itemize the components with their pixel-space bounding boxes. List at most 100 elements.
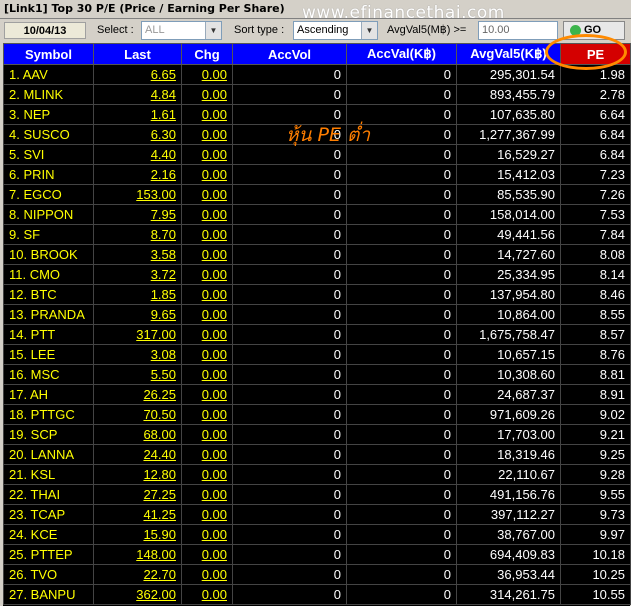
accval-cell: 0 xyxy=(346,584,457,605)
accvol-cell: 0 xyxy=(232,284,347,305)
table-row[interactable]: 24. KCE 15.90 0.00 0 0 38,767.00 9.97 xyxy=(3,524,631,545)
last-price-cell[interactable]: 3.58 xyxy=(93,244,182,265)
change-cell[interactable]: 0.00 xyxy=(181,304,233,325)
pe-cell: 8.57 xyxy=(560,324,631,345)
last-price-cell[interactable]: 3.08 xyxy=(93,344,182,365)
last-price-cell[interactable]: 41.25 xyxy=(93,504,182,525)
change-cell[interactable]: 0.00 xyxy=(181,564,233,585)
change-cell[interactable]: 0.00 xyxy=(181,84,233,105)
last-price-cell[interactable]: 7.95 xyxy=(93,204,182,225)
last-price-cell[interactable]: 8.70 xyxy=(93,224,182,245)
table-row[interactable]: 26. TVO 22.70 0.00 0 0 36,953.44 10.25 xyxy=(3,564,631,585)
change-cell[interactable]: 0.00 xyxy=(181,364,233,385)
table-row[interactable]: 9. SF 8.70 0.00 0 0 49,441.56 7.84 xyxy=(3,224,631,245)
last-price-cell[interactable]: 68.00 xyxy=(93,424,182,445)
change-cell[interactable]: 0.00 xyxy=(181,64,233,85)
last-price-cell[interactable]: 362.00 xyxy=(93,584,182,605)
sort-type-dropdown[interactable]: Ascending ▼ xyxy=(293,21,378,40)
go-button[interactable]: GO xyxy=(563,21,625,40)
col-header-last[interactable]: Last xyxy=(93,43,182,65)
last-price-cell[interactable]: 148.00 xyxy=(93,544,182,565)
change-cell[interactable]: 0.00 xyxy=(181,384,233,405)
change-cell[interactable]: 0.00 xyxy=(181,144,233,165)
symbol-cell: 24. KCE xyxy=(3,524,94,545)
table-row[interactable]: 23. TCAP 41.25 0.00 0 0 397,112.27 9.73 xyxy=(3,504,631,525)
table-row[interactable]: 11. CMO 3.72 0.00 0 0 25,334.95 8.14 xyxy=(3,264,631,285)
table-row[interactable]: 27. BANPU 362.00 0.00 0 0 314,261.75 10.55 xyxy=(3,584,631,605)
last-price-cell[interactable]: 24.40 xyxy=(93,444,182,465)
chevron-down-icon[interactable]: ▼ xyxy=(361,22,377,39)
col-header-accvol[interactable]: AccVol xyxy=(232,43,347,65)
table-row[interactable]: 16. MSC 5.50 0.00 0 0 10,308.60 8.81 xyxy=(3,364,631,385)
change-cell[interactable]: 0.00 xyxy=(181,224,233,245)
change-cell[interactable]: 0.00 xyxy=(181,124,233,145)
last-price-cell[interactable]: 1.85 xyxy=(93,284,182,305)
table-row[interactable]: 7. EGCO 153.00 0.00 0 0 85,535.90 7.26 xyxy=(3,184,631,205)
last-price-cell[interactable]: 15.90 xyxy=(93,524,182,545)
accval-cell: 0 xyxy=(346,504,457,525)
change-cell[interactable]: 0.00 xyxy=(181,324,233,345)
table-row[interactable]: 17. AH 26.25 0.00 0 0 24,687.37 8.91 xyxy=(3,384,631,405)
table-row[interactable]: 20. LANNA 24.40 0.00 0 0 18,319.46 9.25 xyxy=(3,444,631,465)
change-cell[interactable]: 0.00 xyxy=(181,164,233,185)
accvol-cell: 0 xyxy=(232,464,347,485)
change-cell[interactable]: 0.00 xyxy=(181,444,233,465)
last-price-cell[interactable]: 6.30 xyxy=(93,124,182,145)
last-price-cell[interactable]: 4.84 xyxy=(93,84,182,105)
avgval-input[interactable]: 10.00 xyxy=(478,21,558,40)
table-row[interactable]: 25. PTTEP 148.00 0.00 0 0 694,409.83 10.18 xyxy=(3,544,631,565)
last-price-cell[interactable]: 26.25 xyxy=(93,384,182,405)
change-cell[interactable]: 0.00 xyxy=(181,464,233,485)
last-price-cell[interactable]: 4.40 xyxy=(93,144,182,165)
last-price-cell[interactable]: 12.80 xyxy=(93,464,182,485)
col-header-pe[interactable]: PE xyxy=(560,43,631,65)
table-row[interactable]: 13. PRANDA 9.65 0.00 0 0 10,864.00 8.55 xyxy=(3,304,631,325)
col-header-symbol[interactable]: Symbol xyxy=(3,43,94,65)
table-row[interactable]: 2. MLINK 4.84 0.00 0 0 893,455.79 2.78 xyxy=(3,84,631,105)
last-price-cell[interactable]: 1.61 xyxy=(93,104,182,125)
change-cell[interactable]: 0.00 xyxy=(181,284,233,305)
last-price-cell[interactable]: 317.00 xyxy=(93,324,182,345)
change-cell[interactable]: 0.00 xyxy=(181,484,233,505)
last-price-cell[interactable]: 9.65 xyxy=(93,304,182,325)
last-price-cell[interactable]: 3.72 xyxy=(93,264,182,285)
table-row[interactable]: 6. PRIN 2.16 0.00 0 0 15,412.03 7.23 xyxy=(3,164,631,185)
table-row[interactable]: 19. SCP 68.00 0.00 0 0 17,703.00 9.21 xyxy=(3,424,631,445)
change-cell[interactable]: 0.00 xyxy=(181,404,233,425)
change-cell[interactable]: 0.00 xyxy=(181,424,233,445)
table-row[interactable]: 18. PTTGC 70.50 0.00 0 0 971,609.26 9.02 xyxy=(3,404,631,425)
last-price-cell[interactable]: 6.65 xyxy=(93,64,182,85)
last-price-cell[interactable]: 27.25 xyxy=(93,484,182,505)
last-price-cell[interactable]: 2.16 xyxy=(93,164,182,185)
table-row[interactable]: 8. NIPPON 7.95 0.00 0 0 158,014.00 7.53 xyxy=(3,204,631,225)
last-price-cell[interactable]: 70.50 xyxy=(93,404,182,425)
chevron-down-icon[interactable]: ▼ xyxy=(205,22,221,39)
change-cell[interactable]: 0.00 xyxy=(181,184,233,205)
table-row[interactable]: 10. BROOK 3.58 0.00 0 0 14,727.60 8.08 xyxy=(3,244,631,265)
change-cell[interactable]: 0.00 xyxy=(181,104,233,125)
symbol-cell: 17. AH xyxy=(3,384,94,405)
last-price-cell[interactable]: 153.00 xyxy=(93,184,182,205)
change-cell[interactable]: 0.00 xyxy=(181,244,233,265)
table-row[interactable]: 21. KSL 12.80 0.00 0 0 22,110.67 9.28 xyxy=(3,464,631,485)
col-header-accval[interactable]: AccVal(K฿) xyxy=(346,43,457,65)
change-cell[interactable]: 0.00 xyxy=(181,344,233,365)
table-row[interactable]: 22. THAI 27.25 0.00 0 0 491,156.76 9.55 xyxy=(3,484,631,505)
pe-cell: 8.76 xyxy=(560,344,631,365)
change-cell[interactable]: 0.00 xyxy=(181,504,233,525)
date-display[interactable]: 10/04/13 xyxy=(4,22,86,39)
change-cell[interactable]: 0.00 xyxy=(181,264,233,285)
table-row[interactable]: 12. BTC 1.85 0.00 0 0 137,954.80 8.46 xyxy=(3,284,631,305)
select-dropdown[interactable]: ALL ▼ xyxy=(141,21,222,40)
change-cell[interactable]: 0.00 xyxy=(181,524,233,545)
change-cell[interactable]: 0.00 xyxy=(181,204,233,225)
table-row[interactable]: 1. AAV 6.65 0.00 0 0 295,301.54 1.98 xyxy=(3,64,631,85)
change-cell[interactable]: 0.00 xyxy=(181,584,233,605)
col-header-avgval5[interactable]: AvgVal5(K฿) xyxy=(456,43,561,65)
col-header-chg[interactable]: Chg xyxy=(181,43,233,65)
table-row[interactable]: 15. LEE 3.08 0.00 0 0 10,657.15 8.76 xyxy=(3,344,631,365)
table-row[interactable]: 14. PTT 317.00 0.00 0 0 1,675,758.47 8.57 xyxy=(3,324,631,345)
last-price-cell[interactable]: 22.70 xyxy=(93,564,182,585)
change-cell[interactable]: 0.00 xyxy=(181,544,233,565)
last-price-cell[interactable]: 5.50 xyxy=(93,364,182,385)
